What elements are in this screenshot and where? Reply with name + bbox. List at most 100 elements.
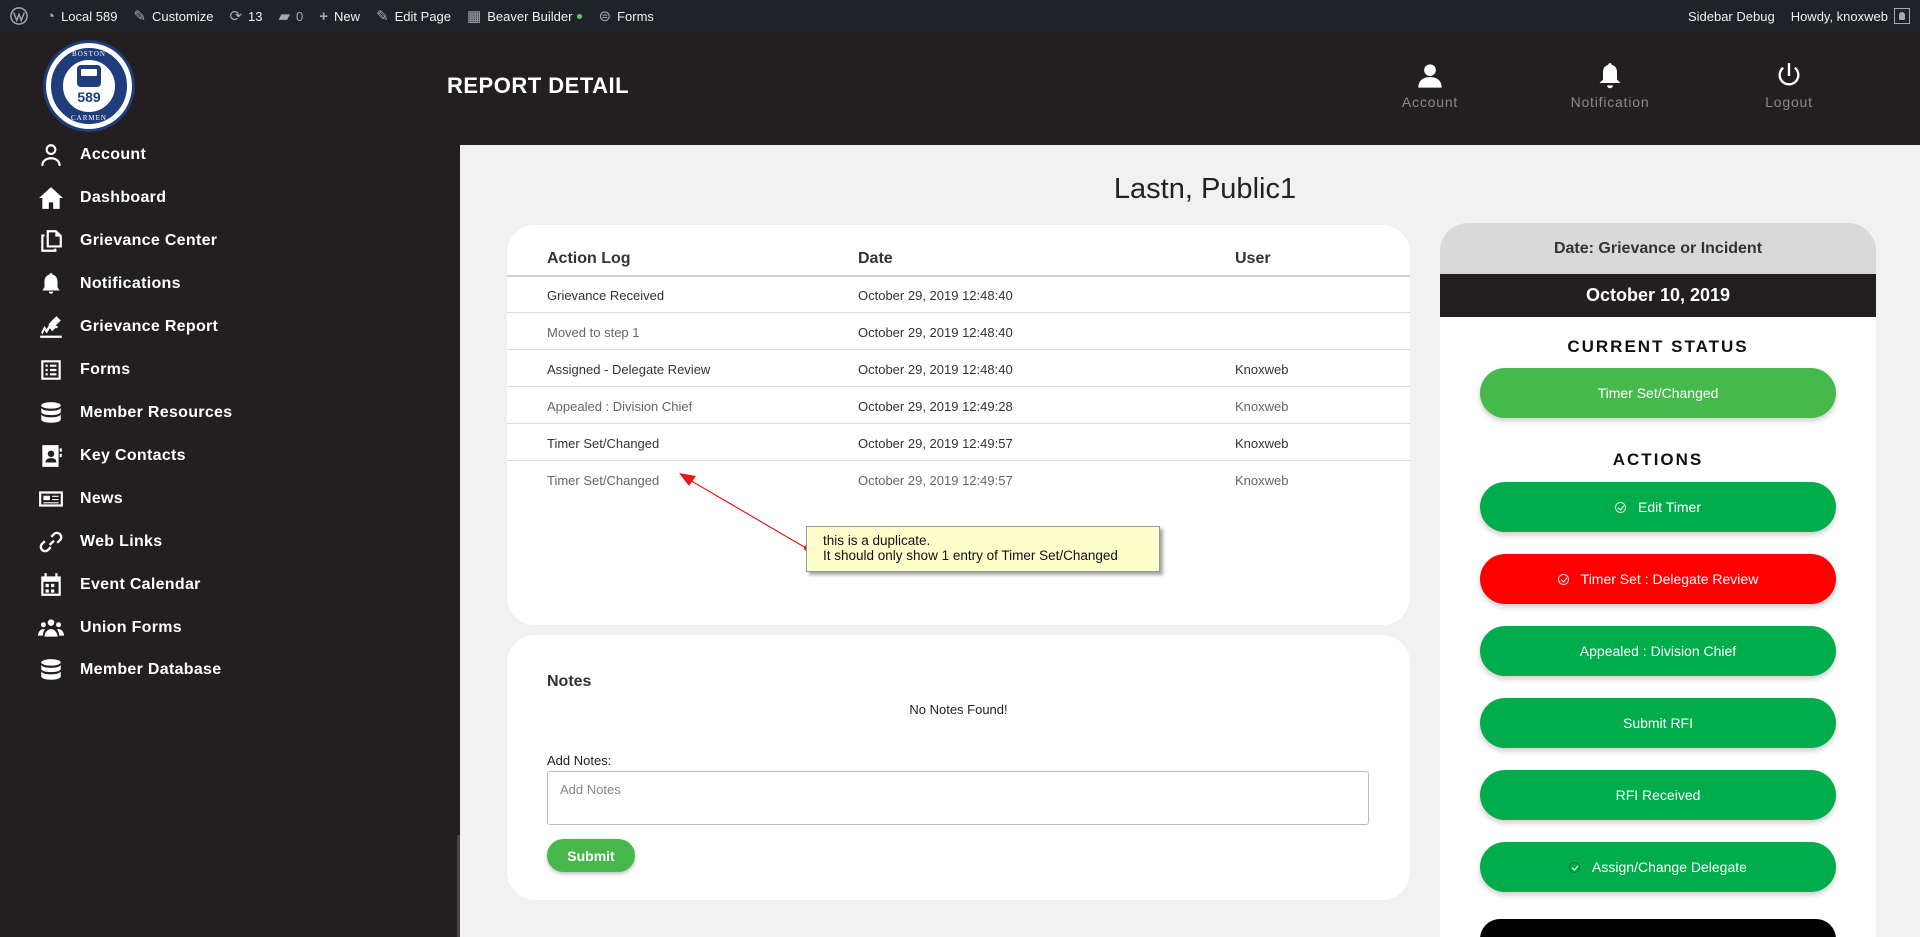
sidebar-item-dashboard[interactable]: Dashboard [36,181,166,215]
appealed-division-chief-button[interactable]: Appealed : Division Chief [1480,626,1836,676]
circle-icon [1569,862,1581,873]
annotation-note: this is a duplicate. It should only show… [806,526,1160,572]
copy-icon [36,228,66,254]
header-account-label: Account [1401,94,1459,110]
header-notification-label: Notification [1570,94,1650,110]
row-divider [507,386,1410,387]
page-title: REPORT DETAIL [447,73,630,98]
signature-icon [36,314,66,340]
assign-change-delegate-button[interactable]: Assign/Change Delegate [1480,842,1836,892]
header-account-button[interactable]: Account [1380,62,1480,110]
bell-icon [36,271,66,297]
user-icon [36,142,66,168]
logo-top-text: BOSTON [72,50,106,58]
notes-textarea[interactable] [547,771,1369,825]
col-header-action: Action Log [547,250,631,267]
log-row-user: Knoxweb [1235,436,1289,451]
log-row-user: Knoxweb [1235,362,1289,377]
form-icon [36,357,66,383]
site-name-link[interactable]: ◔ Local 589 [38,0,125,32]
forms-link[interactable]: ⊜ Forms [590,0,661,32]
incident-date-heading: Date: Grievance or Incident [1440,223,1876,274]
brush-icon: ✎ [133,7,147,25]
sidebar-scroll-edge [457,835,460,937]
notes-title: Notes [547,673,592,690]
log-row-date: October 29, 2019 12:48:40 [858,288,1013,303]
comments-link[interactable]: ▰ 0 [271,0,312,32]
updates-link[interactable]: ⟳ 13 [221,0,270,32]
link-icon [36,529,66,555]
new-content-link[interactable]: + New [311,0,368,32]
sidebar-item-label: Account [80,146,147,163]
sidebar-debug-link[interactable]: Sidebar Debug [1680,0,1783,32]
calendar-icon [36,572,66,598]
log-row-user: Knoxweb [1235,399,1289,414]
forms-icon: ⊜ [598,7,612,25]
add-notes-label: Add Notes: [547,753,612,768]
notes-card: Notes No Notes Found! Add Notes: Submit [507,635,1410,900]
log-row-date: October 29, 2019 12:48:40 [858,325,1013,340]
rfi-received-button[interactable]: RFI Received [1480,770,1836,820]
log-row-action: Timer Set/Changed [547,436,660,451]
row-divider [507,349,1410,350]
bus-icon [77,65,101,87]
sidebar-item-grievance-center[interactable]: Grievance Center [36,224,217,258]
main-content: Lastn, Public1 Action Log Date User Grie… [460,145,1920,937]
row-divider [507,423,1410,424]
action-label: Submit RFI [1622,715,1693,731]
power-icon [1778,63,1800,86]
log-row-date: October 29, 2019 12:49:57 [858,473,1013,488]
header-logout-label: Logout [1765,94,1813,110]
header-notification-button[interactable]: Notification [1560,62,1660,110]
current-status-title: CURRENT STATUS [1567,337,1749,356]
sidebar-item-label: Grievance Report [80,318,219,335]
submit-rfi-button[interactable]: Submit RFI [1480,698,1836,748]
sidebar-item-web-links[interactable]: Web Links [36,525,162,559]
customize-link[interactable]: ✎ Customize [125,0,221,32]
sidebar-item-account[interactable]: Account [36,138,146,172]
timer-set-delegate-review-button[interactable]: Timer Set : Delegate Review [1480,554,1836,604]
action-button-partial[interactable] [1480,919,1836,937]
sidebar-item-label: Member Database [80,661,222,678]
sidebar-item-union-forms[interactable]: Union Forms [36,611,182,645]
beaver-builder-link[interactable]: ▦ Beaver Builder [459,0,590,32]
contact-icon [36,443,66,469]
layout-icon: ▦ [467,7,482,25]
annotation-line-1: this is a duplicate. [823,533,931,548]
wordpress-logo-icon[interactable] [0,0,38,32]
sidebar-item-member-resources[interactable]: Member Resources [36,396,232,430]
logo-bottom-text: CARMEN [71,114,107,122]
logo-number: 589 [77,89,101,105]
comment-icon: ▰ [278,7,291,25]
log-row-date: October 29, 2019 12:49:57 [858,436,1013,451]
edit-page-link[interactable]: ✎ Edit Page [368,0,459,32]
log-row-action: Timer Set/Changed [547,473,660,488]
union-logo[interactable]: BOSTON 589 CARMEN [43,40,135,132]
sidebar-item-label: Event Calendar [80,576,201,593]
check-circle-icon [1614,502,1626,513]
sidebar-item-key-contacts[interactable]: Key Contacts [36,439,186,473]
sidebar-item-label: Union Forms [80,619,182,636]
sidebar-item-label: Dashboard [80,189,167,206]
sidebar-item-grievance-report[interactable]: Grievance Report [36,310,218,344]
status-dot [577,13,583,19]
submit-button[interactable]: Submit [547,839,635,872]
refresh-icon: ⟳ [229,7,243,25]
sidebar-item-forms[interactable]: Forms [36,353,130,387]
database-icon [36,400,66,426]
sidebar-item-label: Forms [80,361,131,378]
sidebar-item-notifications[interactable]: Notifications [36,267,181,301]
incident-date-value: October 10, 2019 [1440,274,1876,317]
log-row-date: October 29, 2019 12:49:28 [858,399,1013,414]
my-account-link[interactable]: Howdy, knoxweb [1783,0,1920,32]
current-status-label: Timer Set/Changed [1597,385,1719,401]
sidebar-item-label: Grievance Center [80,232,218,249]
sidebar-item-member-database[interactable]: Member Database [36,653,221,687]
dashboard-gauge-icon: ◔ [46,7,56,25]
header-logout-button[interactable]: Logout [1739,62,1839,110]
home-icon [36,185,66,211]
sidebar-item-event-calendar[interactable]: Event Calendar [36,568,201,602]
sidebar-item-news[interactable]: News [36,482,123,516]
edit-timer-button[interactable]: Edit Timer [1480,482,1836,532]
row-divider [507,312,1410,313]
